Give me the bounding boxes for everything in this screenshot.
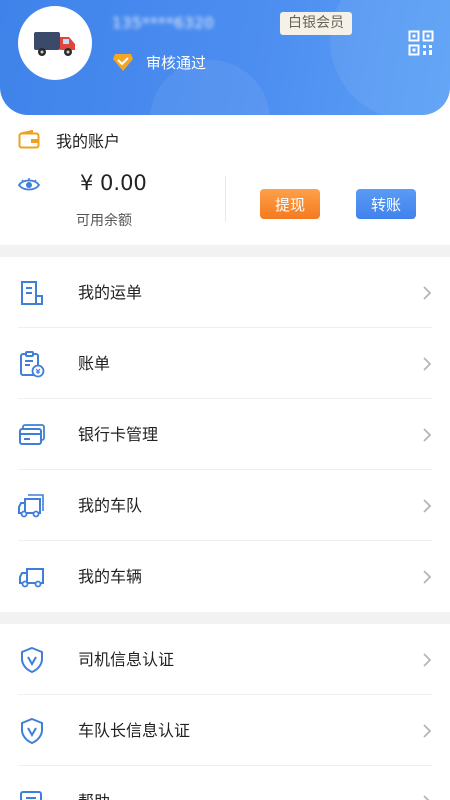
verify-status: 审核通过	[112, 51, 206, 73]
fleet-truck-icon	[18, 494, 44, 518]
chevron-right-icon	[423, 724, 432, 738]
transfer-button[interactable]: 转账	[356, 189, 416, 219]
menu-item-help[interactable]: 帮助	[0, 766, 450, 800]
menu-item-label: 银行卡管理	[78, 425, 159, 444]
menu-item-label: 我的车辆	[78, 567, 143, 586]
profile-header: 135****6320 白银会员 审核通过	[0, 0, 450, 115]
menu-item-fleet-captain-verification[interactable]: 车队长信息认证	[0, 695, 450, 766]
diamond-badge-icon	[113, 54, 133, 71]
wallet-icon	[18, 130, 40, 149]
account-title: 我的账户	[56, 132, 121, 151]
member-level-badge: 白银会员	[280, 12, 352, 35]
menu-item-bank-cards[interactable]: 银行卡管理	[0, 399, 450, 470]
chevron-right-icon	[423, 499, 432, 513]
balance-amount: ¥ 0.00	[80, 171, 147, 195]
menu-item-label: 帮助	[78, 766, 110, 800]
menu-item-label: 账单	[78, 354, 111, 373]
help-icon	[20, 791, 42, 800]
chevron-right-icon	[423, 286, 432, 300]
section-divider	[0, 245, 450, 257]
chevron-right-icon	[423, 570, 432, 584]
document-icon	[21, 281, 43, 305]
menu-item-label: 我的运单	[78, 283, 143, 302]
divider	[225, 176, 226, 222]
balance-label: 可用余额	[76, 213, 132, 229]
verify-status-text: 审核通过	[146, 53, 207, 72]
bank-card-icon	[19, 424, 45, 445]
shield-icon	[21, 717, 43, 745]
qr-code-icon[interactable]	[408, 30, 434, 56]
chevron-right-icon	[423, 795, 430, 800]
eye-icon[interactable]	[18, 178, 40, 192]
shield-icon	[21, 646, 43, 674]
bill-icon	[20, 351, 45, 378]
menu-item-my-fleet[interactable]: 我的车队	[0, 470, 450, 541]
chevron-right-icon	[423, 357, 432, 371]
truck-icon	[19, 568, 44, 588]
section-divider	[0, 612, 450, 624]
avatar[interactable]	[18, 6, 92, 80]
chevron-right-icon	[423, 653, 432, 667]
chevron-right-icon	[423, 428, 432, 442]
withdraw-button[interactable]: 提现	[260, 189, 320, 219]
menu-item-label: 我的车队	[78, 496, 143, 515]
menu-item-my-waybills[interactable]: 我的运单	[0, 257, 450, 328]
menu-item-label: 司机信息认证	[78, 650, 175, 669]
truck-avatar-icon	[34, 32, 75, 56]
menu-item-bill[interactable]: 账单	[0, 328, 450, 399]
menu-item-label: 车队长信息认证	[78, 721, 191, 740]
menu-item-driver-verification[interactable]: 司机信息认证	[0, 624, 450, 695]
account-section-header: 我的账户	[18, 128, 120, 152]
phone-number: 135****6320	[112, 14, 215, 32]
menu-item-my-vehicles[interactable]: 我的车辆	[0, 541, 450, 612]
